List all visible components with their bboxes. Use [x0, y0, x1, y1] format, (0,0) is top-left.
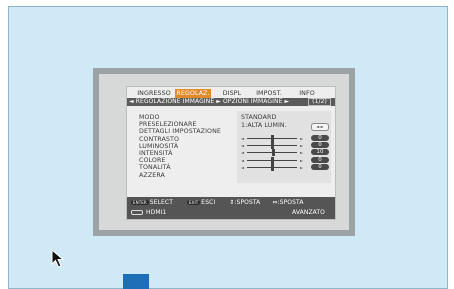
- slider-value: 0: [311, 142, 329, 149]
- right-arrow-icon[interactable]: ►: [300, 149, 303, 156]
- slider-knob[interactable]: [271, 149, 275, 157]
- slider-knob[interactable]: [270, 163, 274, 171]
- menu-item-tonalita[interactable]: TONALITÀ: [139, 164, 221, 171]
- right-arrow-icon[interactable]: ►: [300, 157, 303, 164]
- left-arrow-icon[interactable]: ◄: [241, 157, 244, 164]
- slider-value: 0: [311, 163, 329, 170]
- page-number: 1/2: [314, 98, 325, 105]
- select-hint: SELECT: [149, 199, 173, 206]
- tab-impost[interactable]: IMPOST.: [253, 89, 285, 98]
- slider-knob[interactable]: [270, 135, 274, 142]
- vertical-move-hint: ⇕:SPOSTA: [229, 199, 261, 206]
- left-arrow-icon[interactable]: ◄: [241, 164, 244, 171]
- right-arrow-icon[interactable]: ►: [300, 164, 303, 171]
- slider-colore[interactable]: ◄ ► 0: [237, 156, 331, 164]
- slider-luminosita[interactable]: ◄ ► 0: [237, 142, 331, 150]
- menu-item-modo[interactable]: MODO: [139, 114, 221, 121]
- preselezionare-stepper[interactable]: ◄ ►: [311, 123, 329, 131]
- slider-value: 0: [311, 156, 329, 163]
- submenu-path[interactable]: ◄ REGOLAZIONE IMMAGINE ► OPZIONI IMMAGIN…: [129, 98, 289, 105]
- slider-knob[interactable]: [270, 156, 274, 164]
- slider-intensita[interactable]: ◄ ► 10: [237, 149, 331, 157]
- page-indicator: (1/2): [308, 98, 331, 106]
- right-arrow-icon[interactable]: ►: [300, 135, 303, 142]
- tab-regolaz[interactable]: REGOLAZ.: [175, 89, 211, 98]
- values-panel: STANDARD 1:ALTA LUMIN. ◄ ► ◄ ► 0 ◄ ► 0 ◄…: [237, 111, 331, 183]
- right-arrow-icon[interactable]: ►: [300, 142, 303, 149]
- horizontal-move-hint: ⇔:SPOSTA: [272, 199, 304, 206]
- preselezionare-value[interactable]: 1:ALTA LUMIN.: [241, 122, 287, 129]
- menu-item-luminosita[interactable]: LUMINOSITÀ: [139, 143, 221, 150]
- menu-item-dettagli-impostazione[interactable]: DETTAGLI IMPOSTAZIONE: [139, 128, 221, 135]
- mouse-pointer-icon: [51, 249, 65, 268]
- slider-contrasto[interactable]: ◄ ► 0: [237, 135, 331, 142]
- slider-tonalita[interactable]: ◄ ► 0: [237, 163, 331, 171]
- slider-value: 0: [311, 135, 329, 141]
- tab-ingresso[interactable]: INGRESSO: [137, 89, 171, 98]
- enter-key-icon: ENTER: [131, 200, 149, 205]
- esci-hint: ESCI: [201, 199, 216, 206]
- footer-status: HDMI1 AVANZATO: [131, 208, 331, 217]
- exit-key-icon: EXIT: [187, 200, 201, 205]
- menu-item-intensita[interactable]: INTENSITÀ: [139, 150, 221, 157]
- left-arrow-icon[interactable]: ◄: [241, 149, 244, 156]
- left-arrow-icon[interactable]: ◄: [241, 135, 244, 142]
- input-source-label: HDMI1: [146, 209, 167, 216]
- submenu-bar: ◄ REGOLAZIONE IMMAGINE ► OPZIONI IMMAGIN…: [127, 98, 335, 106]
- menu-mode-label: AVANZATO: [292, 209, 325, 216]
- slider-value: 10: [311, 149, 329, 156]
- tab-displ[interactable]: DISPL: [221, 89, 243, 98]
- left-arrow-icon[interactable]: ◄: [241, 142, 244, 149]
- modo-value[interactable]: STANDARD: [241, 114, 276, 121]
- menu-item-azzera[interactable]: AZZERA: [139, 172, 221, 179]
- menu-item-list: MODO PRESELEZIONARE DETTAGLI IMPOSTAZION…: [139, 114, 221, 179]
- osd-tab-bar: INGRESSO REGOLAZ. DISPL IMPOST. INFO: [127, 89, 335, 98]
- slider-knob[interactable]: [270, 142, 274, 150]
- menu-item-preselezionare[interactable]: PRESELEZIONARE: [139, 121, 221, 128]
- tab-info[interactable]: INFO: [295, 89, 319, 98]
- footer-key-hints: ENTER SELECT EXIT ESCI ⇕:SPOSTA ⇔:SPOSTA: [131, 198, 331, 207]
- blue-square-marker: [123, 274, 149, 289]
- osd-menu: INGRESSO REGOLAZ. DISPL IMPOST. INFO ◄ R…: [126, 86, 336, 220]
- osd-footer: ENTER SELECT EXIT ESCI ⇕:SPOSTA ⇔:SPOSTA H…: [127, 197, 335, 219]
- hdmi-port-icon: [131, 210, 143, 215]
- menu-item-contrasto[interactable]: CONTRASTO: [139, 136, 221, 143]
